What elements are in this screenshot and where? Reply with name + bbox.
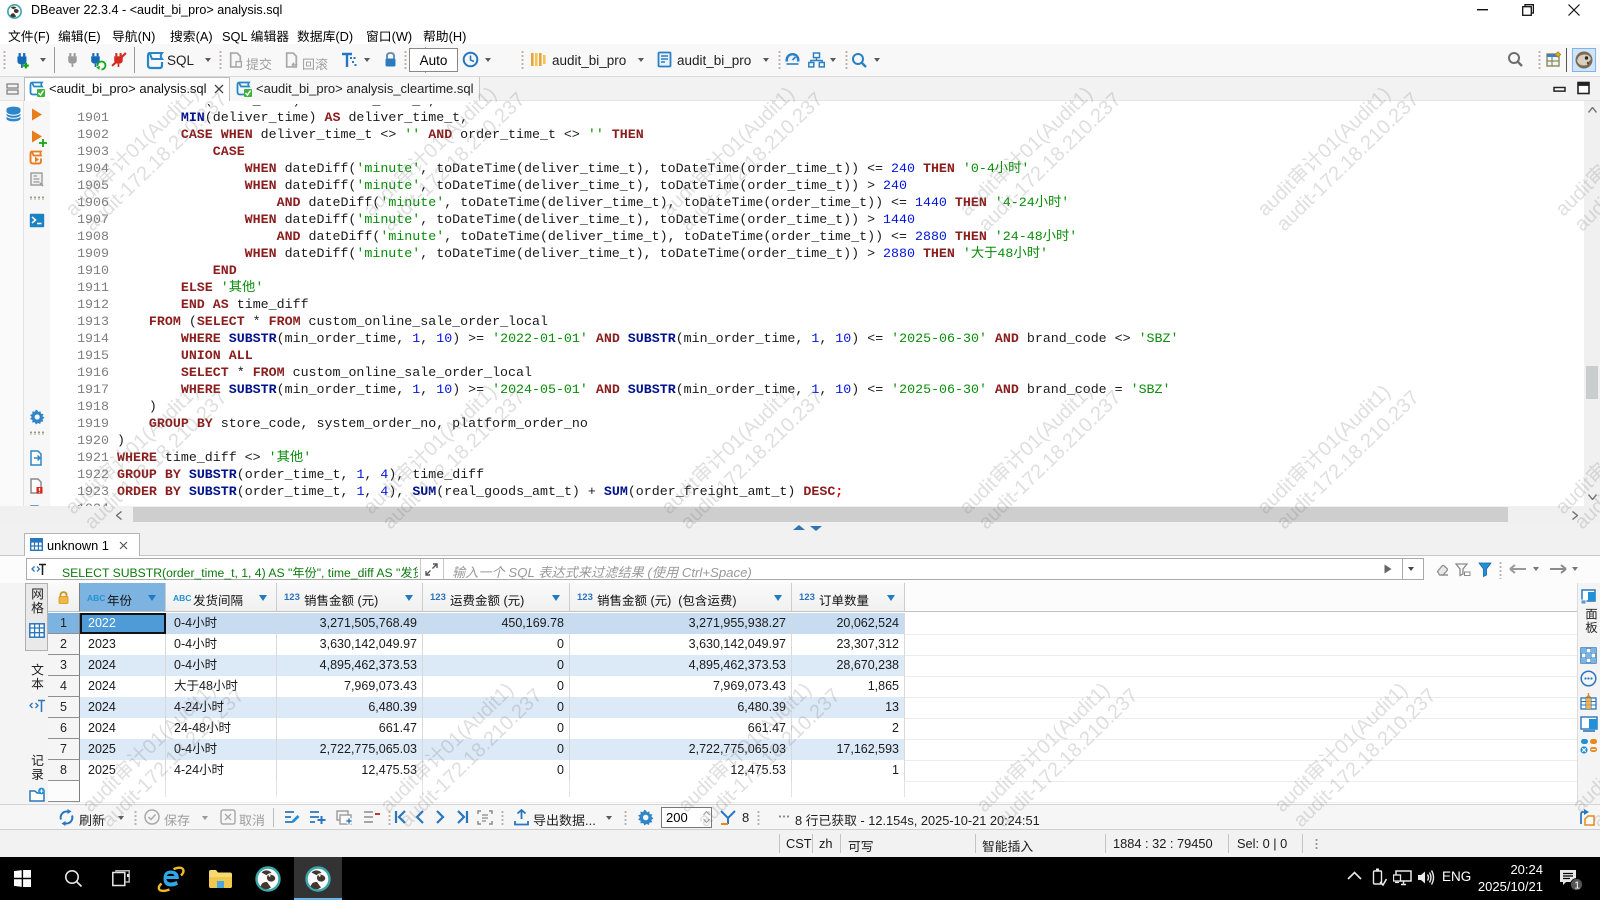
svg-text:1: 1 bbox=[1574, 880, 1580, 891]
